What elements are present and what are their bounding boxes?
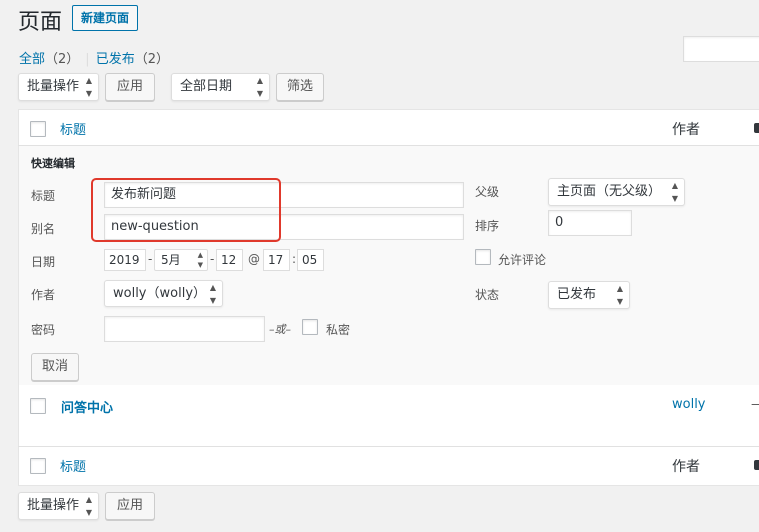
parent-value: 主页面（无父级） — [557, 184, 662, 199]
order-label: 排序 — [475, 219, 500, 233]
select-arrows-icon: ▲ ▼ — [671, 181, 678, 203]
author-label: 作者 — [31, 288, 56, 302]
allow-comments-checkbox[interactable] — [475, 249, 491, 265]
filter-button[interactable]: 筛选 — [276, 73, 324, 101]
month-select[interactable]: 5月 ▲ ▼ — [154, 249, 208, 271]
bulk-actions-select-bottom[interactable]: 批量操作 ▲ ▼ — [18, 492, 99, 520]
status-value: 已发布 — [557, 287, 597, 302]
comment-bubble-icon — [754, 123, 759, 133]
allow-comments-label: 允许评论 — [498, 253, 547, 267]
column-title-header[interactable]: 标题 — [60, 119, 86, 138]
time-separator: : — [292, 252, 297, 266]
select-arrows-icon: ▲ ▼ — [616, 284, 623, 306]
view-separator: | — [85, 52, 90, 67]
select-arrows-icon: ▲ ▼ — [85, 495, 92, 517]
parent-label: 父级 — [475, 185, 500, 199]
private-label: 私密 — [326, 323, 351, 337]
password-label: 密码 — [31, 323, 56, 337]
status-label: 状态 — [475, 288, 500, 302]
apply-button-bottom[interactable]: 应用 — [105, 492, 155, 520]
or-label: –或– — [269, 323, 291, 336]
select-all-checkbox-top[interactable] — [30, 121, 46, 137]
hour-input[interactable]: 17 — [263, 249, 290, 271]
column-title-footer[interactable]: 标题 — [60, 456, 86, 475]
add-new-page-button[interactable]: 新建页面 — [72, 5, 139, 31]
month-value: 5月 — [161, 253, 181, 267]
row-checkbox[interactable] — [30, 398, 46, 414]
comment-bubble-icon — [754, 460, 759, 470]
quick-edit-heading: 快速编辑 — [31, 157, 75, 170]
view-published-link[interactable]: 已发布 — [96, 52, 135, 67]
date-filter-value: 全部日期 — [180, 79, 233, 94]
highlight-box — [91, 178, 281, 242]
view-all-link[interactable]: 全部 — [19, 52, 45, 67]
column-author-footer: 作者 — [672, 459, 700, 475]
select-arrows-icon: ▲ ▼ — [209, 282, 216, 305]
date-filter-select[interactable]: 全部日期 ▲ ▼ — [171, 73, 270, 101]
date-separator: - — [210, 252, 215, 266]
page-title: 页面 — [18, 10, 63, 35]
order-input[interactable]: 0 — [548, 210, 632, 236]
select-all-checkbox-bottom[interactable] — [30, 458, 46, 474]
bulk-actions-select-top[interactable]: 批量操作 ▲ ▼ — [18, 73, 99, 101]
search-input[interactable] — [683, 36, 759, 62]
view-filters: 全部（2） | 已发布（2） — [19, 48, 169, 67]
password-input[interactable] — [104, 316, 265, 342]
row-author-link[interactable]: wolly — [672, 397, 706, 412]
select-arrows-icon: ▲ ▼ — [256, 76, 263, 98]
day-input[interactable]: 12 — [216, 249, 243, 271]
cancel-button[interactable]: 取消 — [31, 353, 79, 381]
select-arrows-icon: ▲ ▼ — [85, 76, 92, 98]
footer-divider — [18, 446, 759, 447]
apply-button-top[interactable]: 应用 — [105, 73, 155, 101]
author-select[interactable]: wolly（wolly） ▲ ▼ — [104, 280, 223, 307]
private-checkbox[interactable] — [302, 319, 318, 335]
slug-label: 别名 — [31, 222, 56, 236]
title-label: 标题 — [31, 189, 56, 203]
at-label: @ — [248, 252, 260, 266]
date-label: 日期 — [31, 255, 56, 269]
view-all-count: （2） — [45, 52, 80, 67]
minute-input[interactable]: 05 — [297, 249, 324, 271]
parent-select[interactable]: 主页面（无父级） ▲ ▼ — [548, 178, 685, 206]
bulk-actions-value: 批量操作 — [27, 79, 80, 94]
bulk-actions-value: 批量操作 — [27, 498, 80, 513]
date-separator: - — [148, 252, 153, 266]
column-author-header: 作者 — [672, 122, 700, 138]
year-input[interactable]: 2019 — [104, 249, 146, 271]
view-published-count: （2） — [134, 52, 169, 67]
status-select[interactable]: 已发布 ▲ ▼ — [548, 281, 630, 309]
row-comments: — — [751, 397, 759, 412]
row-title-link[interactable]: 问答中心 — [61, 397, 113, 416]
select-arrows-icon: ▲ ▼ — [197, 251, 203, 269]
author-value: wolly（wolly） — [113, 286, 207, 301]
